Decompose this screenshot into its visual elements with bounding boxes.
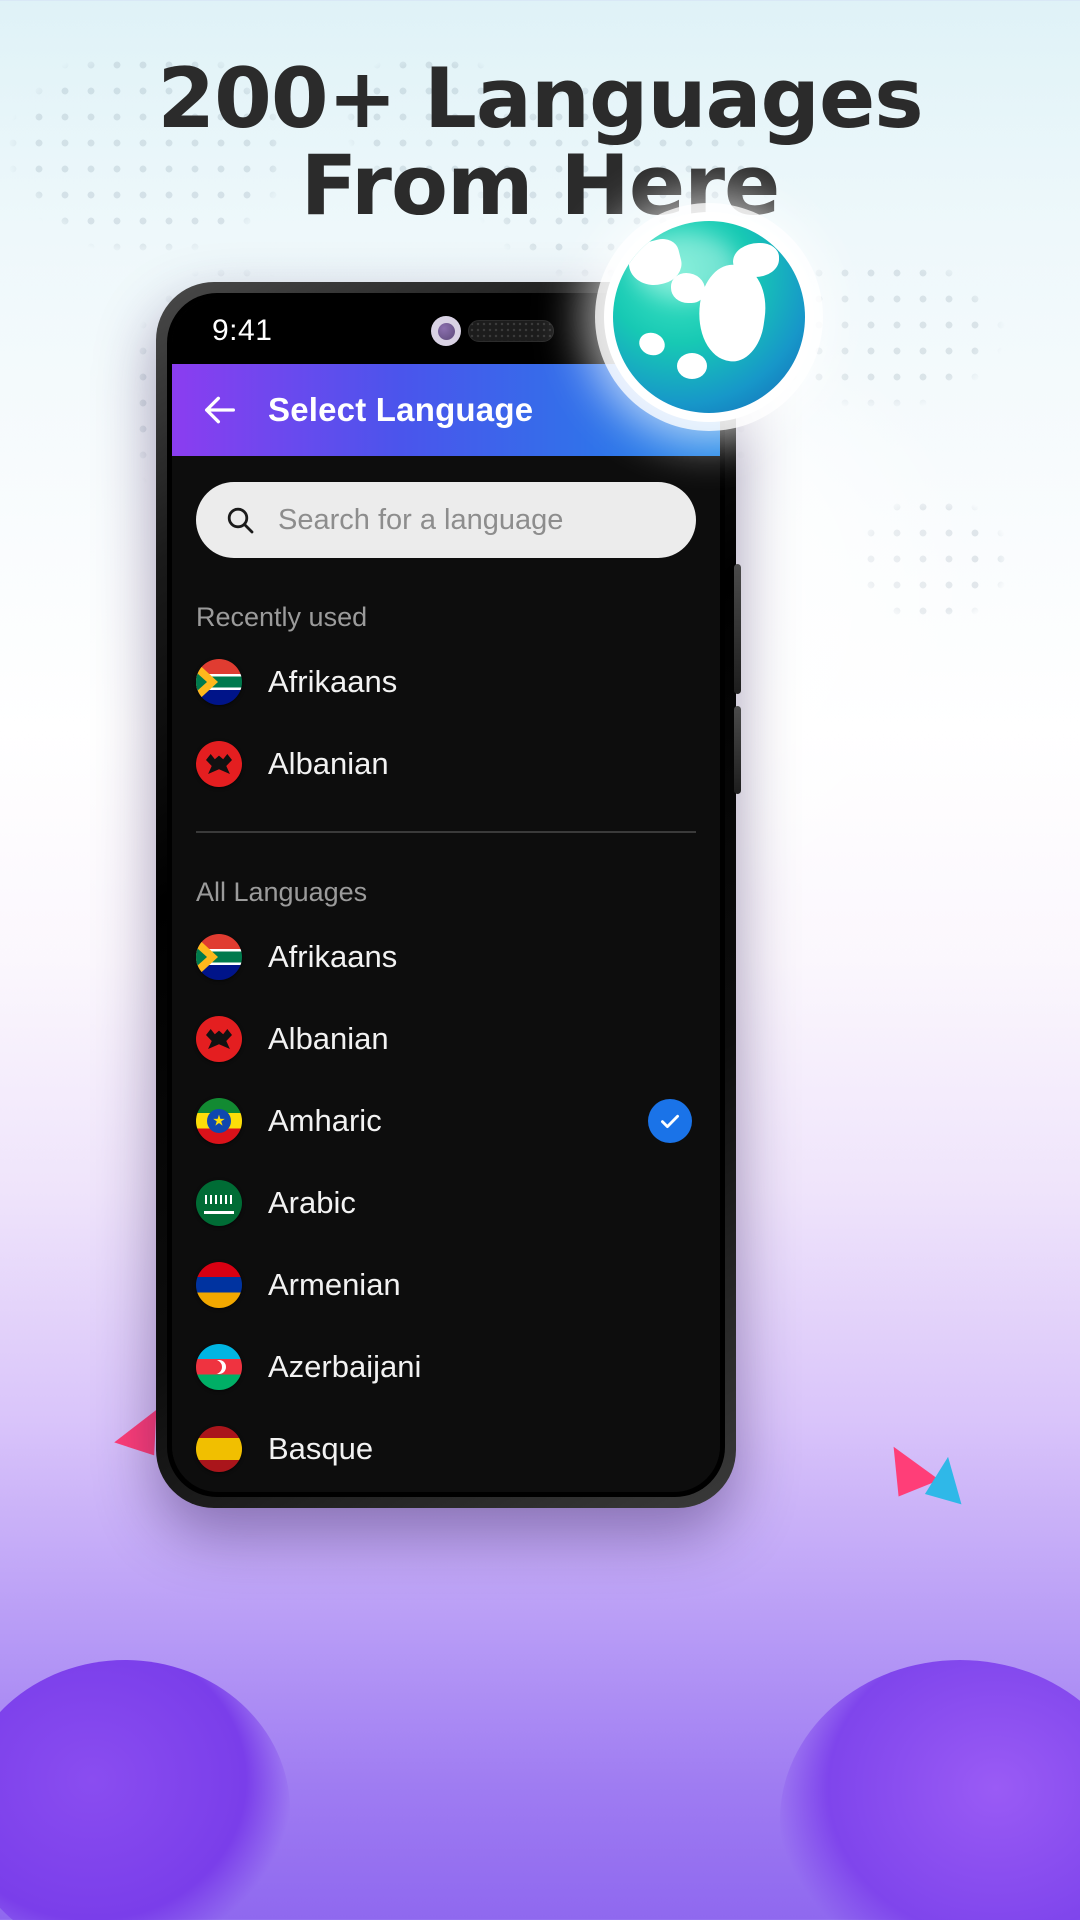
headline-line-1: 200+ Languages: [157, 50, 923, 147]
language-name: Basque: [268, 1431, 374, 1466]
language-name: Azerbaijani: [268, 1349, 422, 1384]
language-name: Albanian: [268, 1021, 389, 1056]
list-item[interactable]: Basque: [172, 1408, 720, 1490]
language-name: Afrikaans: [268, 664, 398, 699]
list-item[interactable]: Albanian: [172, 998, 720, 1080]
search-input[interactable]: Search for a language: [196, 482, 696, 558]
page-title: Select Language: [268, 391, 534, 428]
back-arrow-icon[interactable]: [200, 390, 240, 430]
decorative-blob-left: [0, 1660, 290, 1920]
flag-azerbaijan-icon: [196, 1344, 242, 1390]
earpiece-speaker-icon: [467, 320, 554, 342]
language-name: Amharic: [268, 1103, 382, 1138]
phone-screen: 9:41 Select Language Search for a langua…: [172, 298, 720, 1492]
section-header-all-languages: All Languages: [196, 877, 368, 907]
flag-albania-icon: [196, 1016, 242, 1062]
flag-albania-icon: [196, 741, 242, 787]
globe-icon: [604, 212, 814, 422]
language-list-screen: Search for a language Recently used Afri…: [172, 456, 720, 1492]
language-name: Armenian: [268, 1267, 401, 1302]
volume-down-button[interactable]: [734, 706, 741, 794]
flag-ethiopia-icon: [196, 1098, 242, 1144]
front-camera-icon: [431, 316, 461, 346]
list-item-selected[interactable]: Amharic: [172, 1080, 720, 1162]
language-name: Arabic: [268, 1185, 356, 1220]
list-item[interactable]: Azerbaijani: [172, 1326, 720, 1408]
flag-armenia-icon: [196, 1262, 242, 1308]
volume-up-button[interactable]: [734, 564, 741, 694]
phone-mockup: 9:41 Select Language Search for a langua…: [156, 282, 741, 1508]
flag-south-africa-icon: [196, 934, 242, 980]
check-icon: [648, 1099, 692, 1143]
flag-spain-icon: [196, 1426, 242, 1472]
language-name: Albanian: [268, 746, 389, 781]
headline-line-2: From Here: [300, 137, 781, 235]
promo-headline: 200+ Languages From Here: [0, 57, 1080, 235]
decorative-blob-right: [780, 1660, 1080, 1920]
section-header-recently-used: Recently used: [196, 602, 368, 632]
flag-saudi-arabia-icon: [196, 1180, 242, 1226]
flag-south-africa-icon: [196, 659, 242, 705]
search-container: Search for a language: [172, 456, 720, 558]
list-item[interactable]: Afrikaans: [172, 916, 720, 998]
phone-bezel: 9:41 Select Language Search for a langua…: [167, 293, 725, 1497]
status-bar-clock: 9:41: [212, 314, 273, 347]
language-name: Afrikaans: [268, 939, 398, 974]
list-item[interactable]: Albanian: [172, 723, 720, 805]
list-item[interactable]: Afrikaans: [172, 641, 720, 723]
list-item[interactable]: Arabic: [172, 1162, 720, 1244]
list-item[interactable]: Armenian: [172, 1244, 720, 1326]
search-icon: [227, 507, 254, 534]
search-placeholder: Search for a language: [278, 503, 564, 536]
